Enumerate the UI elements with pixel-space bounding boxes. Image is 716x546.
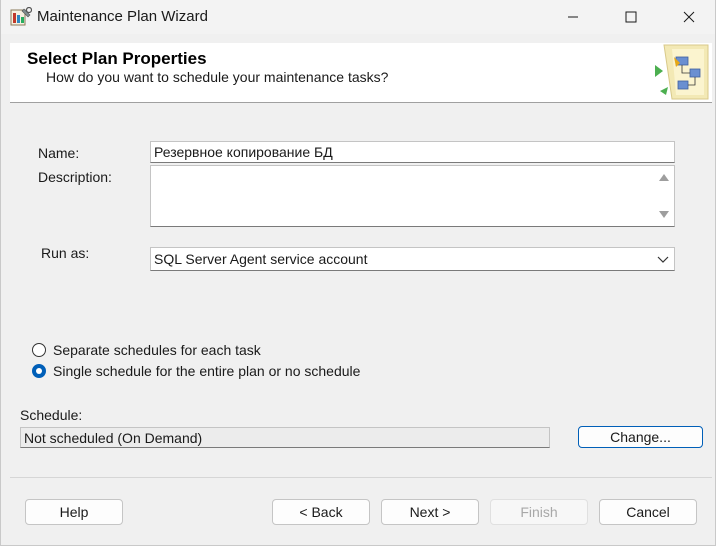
minimize-icon <box>568 16 578 18</box>
close-icon <box>683 11 695 23</box>
run-as-label: Run as: <box>41 245 90 261</box>
back-button[interactable]: < Back <box>272 499 370 525</box>
scroll-down-icon[interactable] <box>659 211 669 218</box>
minimize-button[interactable] <box>544 0 602 34</box>
radio-label: Single schedule for the entire plan or n… <box>53 363 361 379</box>
page-title: Select Plan Properties <box>27 49 207 68</box>
finish-button[interactable]: Finish <box>490 499 588 525</box>
schedule-label: Schedule: <box>20 407 83 423</box>
chevron-down-icon <box>657 256 669 263</box>
name-label: Name: <box>38 145 80 161</box>
description-label: Description: <box>38 169 112 185</box>
radio-label: Separate schedules for each task <box>53 342 261 358</box>
maintenance-plan-icon <box>10 7 32 26</box>
scroll-up-icon[interactable] <box>659 174 669 181</box>
wizard-window: Maintenance Plan Wizard Select Plan Prop… <box>0 0 716 546</box>
schedule-value: Not scheduled (On Demand) <box>20 427 550 448</box>
footer-divider <box>10 477 712 478</box>
run-as-dropdown[interactable]: SQL Server Agent service account <box>150 247 675 271</box>
window-title: Maintenance Plan Wizard <box>37 8 208 25</box>
wizard-header: Select Plan Properties How do you want t… <box>10 43 712 103</box>
title-bar: Maintenance Plan Wizard <box>1 0 715 34</box>
name-input[interactable]: Резервное копирование БД <box>150 141 675 163</box>
wizard-graphic-icon <box>655 44 709 100</box>
next-button[interactable]: Next > <box>381 499 479 525</box>
radio-separate-schedules[interactable]: Separate schedules for each task <box>32 342 261 358</box>
maximize-button[interactable] <box>602 0 660 34</box>
page-subtitle: How do you want to schedule your mainten… <box>46 69 389 85</box>
description-input[interactable] <box>150 165 675 227</box>
description-scrollbar[interactable] <box>654 166 674 226</box>
radio-button[interactable] <box>32 343 46 357</box>
run-as-value: SQL Server Agent service account <box>154 251 368 267</box>
change-schedule-button[interactable]: Change... <box>578 426 703 448</box>
radio-single-schedule[interactable]: Single schedule for the entire plan or n… <box>32 363 360 379</box>
maximize-icon <box>625 11 637 23</box>
radio-button-selected[interactable] <box>32 364 46 378</box>
close-button[interactable] <box>660 0 716 34</box>
cancel-button[interactable]: Cancel <box>599 499 697 525</box>
help-button[interactable]: Help <box>25 499 123 525</box>
